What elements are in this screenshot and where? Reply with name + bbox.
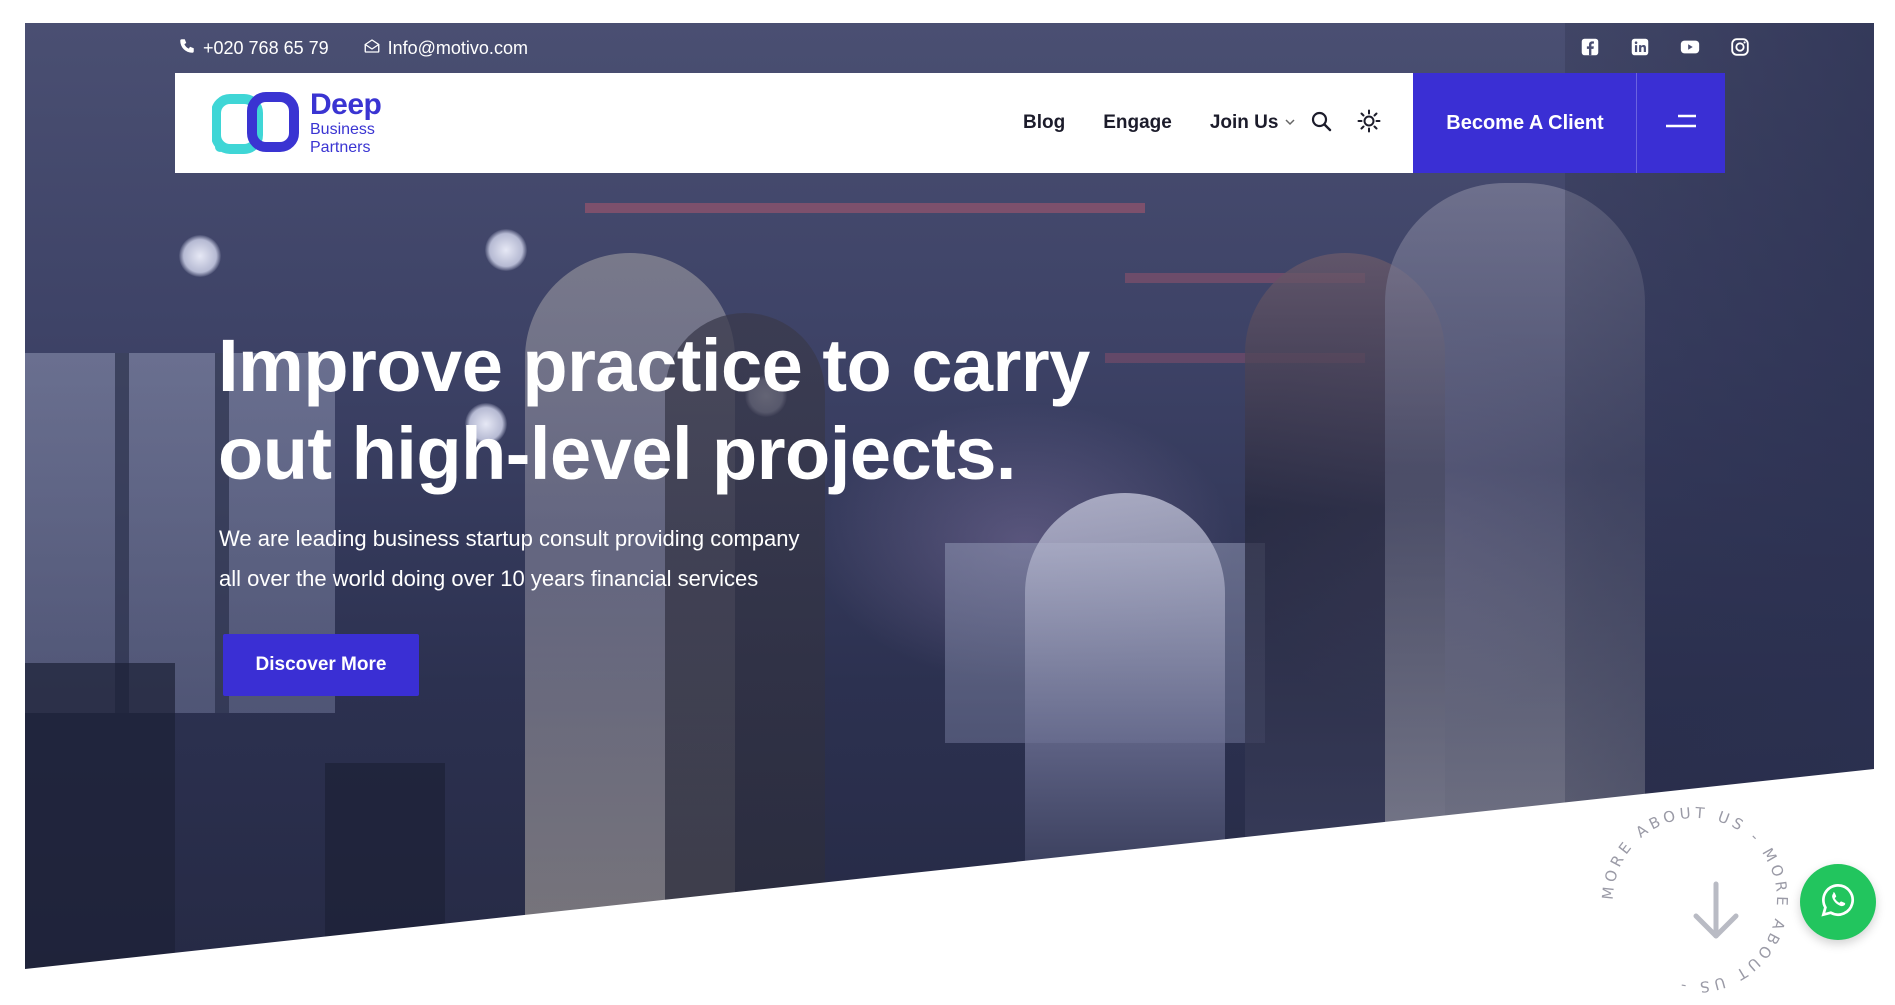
instagram-icon[interactable] xyxy=(1729,36,1751,58)
discover-more-button[interactable]: Discover More xyxy=(223,634,419,696)
whatsapp-chat-button[interactable] xyxy=(1800,864,1876,940)
nav-engage-link[interactable]: Engage xyxy=(1103,112,1172,134)
chair xyxy=(25,663,175,969)
social-links xyxy=(1579,36,1751,58)
email-contact[interactable]: Info@motivo.com xyxy=(363,37,528,60)
hamburger-icon xyxy=(1666,114,1696,133)
site-logo[interactable]: Deep Business Partners xyxy=(211,88,382,156)
hero-headline-line2: out high-level projects. xyxy=(218,412,1017,495)
window-frame xyxy=(115,353,129,713)
become-a-client-button[interactable]: Become A Client xyxy=(1413,73,1637,173)
email-address: Info@motivo.com xyxy=(387,37,528,58)
hero-headline: Improve practice to carry out high-level… xyxy=(218,322,1118,498)
linkedin-icon[interactable] xyxy=(1629,36,1651,58)
arrow-down-icon[interactable] xyxy=(1688,880,1744,942)
nav-blog-link[interactable]: Blog xyxy=(1023,112,1065,134)
ceiling-pipe xyxy=(585,203,1145,213)
logo-subtitle-line2: Partners xyxy=(310,139,371,156)
envelope-icon xyxy=(363,37,381,60)
hero-description-line2: all over the world doing over 10 years f… xyxy=(219,566,759,591)
logo-subtitle-line1: Business xyxy=(310,121,375,138)
whatsapp-icon xyxy=(1820,882,1856,923)
hero-description-line1: We are leading business startup consult … xyxy=(219,526,800,551)
nav-menu: Blog Engage Join Us xyxy=(1023,73,1296,173)
hero-headline-line1: Improve practice to carry xyxy=(218,324,1090,407)
chevron-down-icon xyxy=(1284,112,1296,134)
top-contact-bar: +020 768 65 79 Info@motivo.com xyxy=(178,36,528,60)
logo-title: Deep xyxy=(310,88,382,121)
logo-mark-icon xyxy=(211,91,302,155)
search-icon[interactable] xyxy=(1309,109,1333,138)
ceiling-lamp xyxy=(485,229,527,271)
nav-icons xyxy=(1309,73,1381,173)
youtube-icon[interactable] xyxy=(1679,36,1701,58)
phone-contact[interactable]: +020 768 65 79 xyxy=(178,37,329,60)
ceiling-lamp xyxy=(179,235,221,277)
nav-join-us-label: Join Us xyxy=(1209,112,1279,133)
nav-join-us-dropdown[interactable]: Join Us xyxy=(1210,112,1297,134)
theme-toggle-sun-icon[interactable] xyxy=(1357,109,1381,138)
hero-description: We are leading business startup consult … xyxy=(219,519,939,599)
facebook-icon[interactable] xyxy=(1579,36,1601,58)
menu-toggle-button[interactable] xyxy=(1636,73,1725,173)
main-navbar: Deep Business Partners Blog Engage Join … xyxy=(175,73,1725,173)
phone-icon xyxy=(178,37,196,60)
phone-number: +020 768 65 79 xyxy=(203,37,329,58)
